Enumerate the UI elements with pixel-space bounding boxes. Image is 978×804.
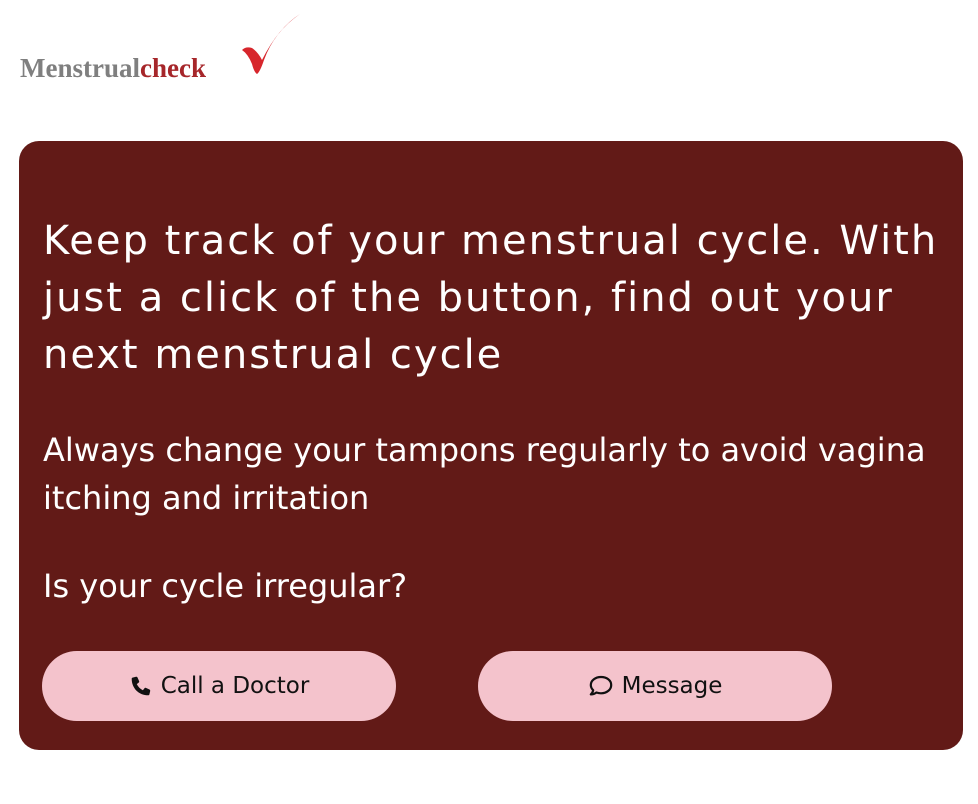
call-doctor-button[interactable]: Call a Doctor — [42, 651, 396, 721]
chat-bubble-icon — [589, 675, 612, 696]
message-button[interactable]: Message — [478, 651, 832, 721]
checkmark-icon — [242, 14, 300, 74]
phone-icon — [131, 676, 150, 696]
hero-headline: Keep track of your menstrual cycle. With… — [43, 218, 939, 378]
call-doctor-label: Call a Doctor — [160, 673, 310, 699]
message-label: Message — [621, 673, 723, 699]
logo-text-check: check — [139, 53, 206, 83]
brand-logo[interactable]: Menstrualcheck — [20, 50, 206, 86]
hero-card: Keep track of your menstrual cycle. With… — [19, 141, 963, 750]
logo-text-menstrual: Menstrual — [20, 53, 140, 83]
hero-question: Is your cycle irregular? — [43, 567, 408, 605]
hero-tip: Always change your tampons regularly to … — [43, 431, 926, 517]
